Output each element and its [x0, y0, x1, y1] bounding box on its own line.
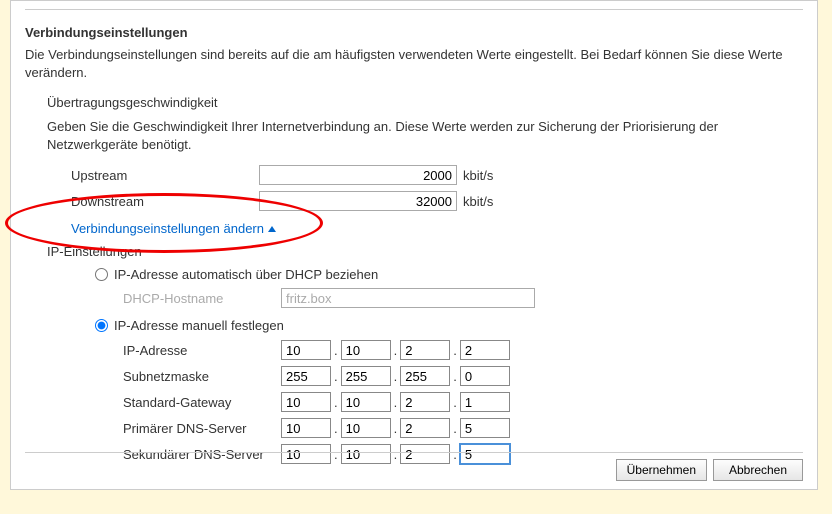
dns1-label: Primärer DNS-Server: [123, 421, 281, 436]
subnet-octet-1[interactable]: [281, 366, 331, 386]
ip-addr-octet-2[interactable]: [341, 340, 391, 360]
divider-bottom: [25, 452, 803, 453]
dns1-octet-3[interactable]: [400, 418, 450, 438]
section-title: Verbindungseinstellungen: [25, 25, 803, 40]
downstream-label: Downstream: [71, 194, 259, 209]
toggle-link-text: Verbindungseinstellungen ändern: [71, 221, 264, 236]
row-subnet-mask: Subnetzmaske . . .: [123, 365, 803, 387]
downstream-unit: kbit/s: [463, 194, 493, 209]
gateway-label: Standard-Gateway: [123, 395, 281, 410]
subnet-octet-4[interactable]: [460, 366, 510, 386]
toggle-connection-settings[interactable]: Verbindungseinstellungen ändern: [71, 221, 803, 236]
ip-addr-octet-1[interactable]: [281, 340, 331, 360]
radio-dhcp[interactable]: [95, 268, 108, 281]
row-dns1: Primärer DNS-Server . . .: [123, 417, 803, 439]
ip-addr-octet-4[interactable]: [460, 340, 510, 360]
apply-button[interactable]: Übernehmen: [616, 459, 707, 481]
subnet-mask-label: Subnetzmaske: [123, 369, 281, 384]
dns2-label: Sekundärer DNS-Server: [123, 447, 281, 462]
speed-title: Übertragungsgeschwindigkeit: [47, 95, 803, 110]
ip-title: IP-Einstellungen: [47, 244, 803, 259]
gw-octet-3[interactable]: [400, 392, 450, 412]
gw-octet-4[interactable]: [460, 392, 510, 412]
section-desc: Die Verbindungseinstellungen sind bereit…: [25, 46, 803, 81]
dns2-octet-4[interactable]: [460, 444, 510, 464]
dns2-octet-3[interactable]: [400, 444, 450, 464]
upstream-unit: kbit/s: [463, 168, 493, 183]
radio-manual-label: IP-Adresse manuell festlegen: [114, 318, 284, 333]
chevron-up-icon: [268, 226, 276, 232]
ip-address-label: IP-Adresse: [123, 343, 281, 358]
divider-top: [25, 9, 803, 10]
ip-addr-octet-3[interactable]: [400, 340, 450, 360]
row-gateway: Standard-Gateway . . .: [123, 391, 803, 413]
upstream-label: Upstream: [71, 168, 259, 183]
dhcp-hostname-input: [281, 288, 535, 308]
dns1-octet-4[interactable]: [460, 418, 510, 438]
dns2-octet-2[interactable]: [341, 444, 391, 464]
row-ip-address: IP-Adresse . . .: [123, 339, 803, 361]
radio-manual[interactable]: [95, 319, 108, 332]
dhcp-hostname-label: DHCP-Hostname: [123, 291, 281, 306]
dns1-octet-1[interactable]: [281, 418, 331, 438]
settings-panel: Verbindungseinstellungen Die Verbindungs…: [10, 0, 818, 490]
radio-dhcp-label: IP-Adresse automatisch über DHCP beziehe…: [114, 267, 378, 282]
upstream-input[interactable]: [259, 165, 457, 185]
gw-octet-2[interactable]: [341, 392, 391, 412]
downstream-input[interactable]: [259, 191, 457, 211]
dns1-octet-2[interactable]: [341, 418, 391, 438]
cancel-button[interactable]: Abbrechen: [713, 459, 803, 481]
gw-octet-1[interactable]: [281, 392, 331, 412]
subnet-octet-2[interactable]: [341, 366, 391, 386]
subnet-octet-3[interactable]: [400, 366, 450, 386]
dns2-octet-1[interactable]: [281, 444, 331, 464]
speed-desc: Geben Sie die Geschwindigkeit Ihrer Inte…: [47, 118, 803, 153]
